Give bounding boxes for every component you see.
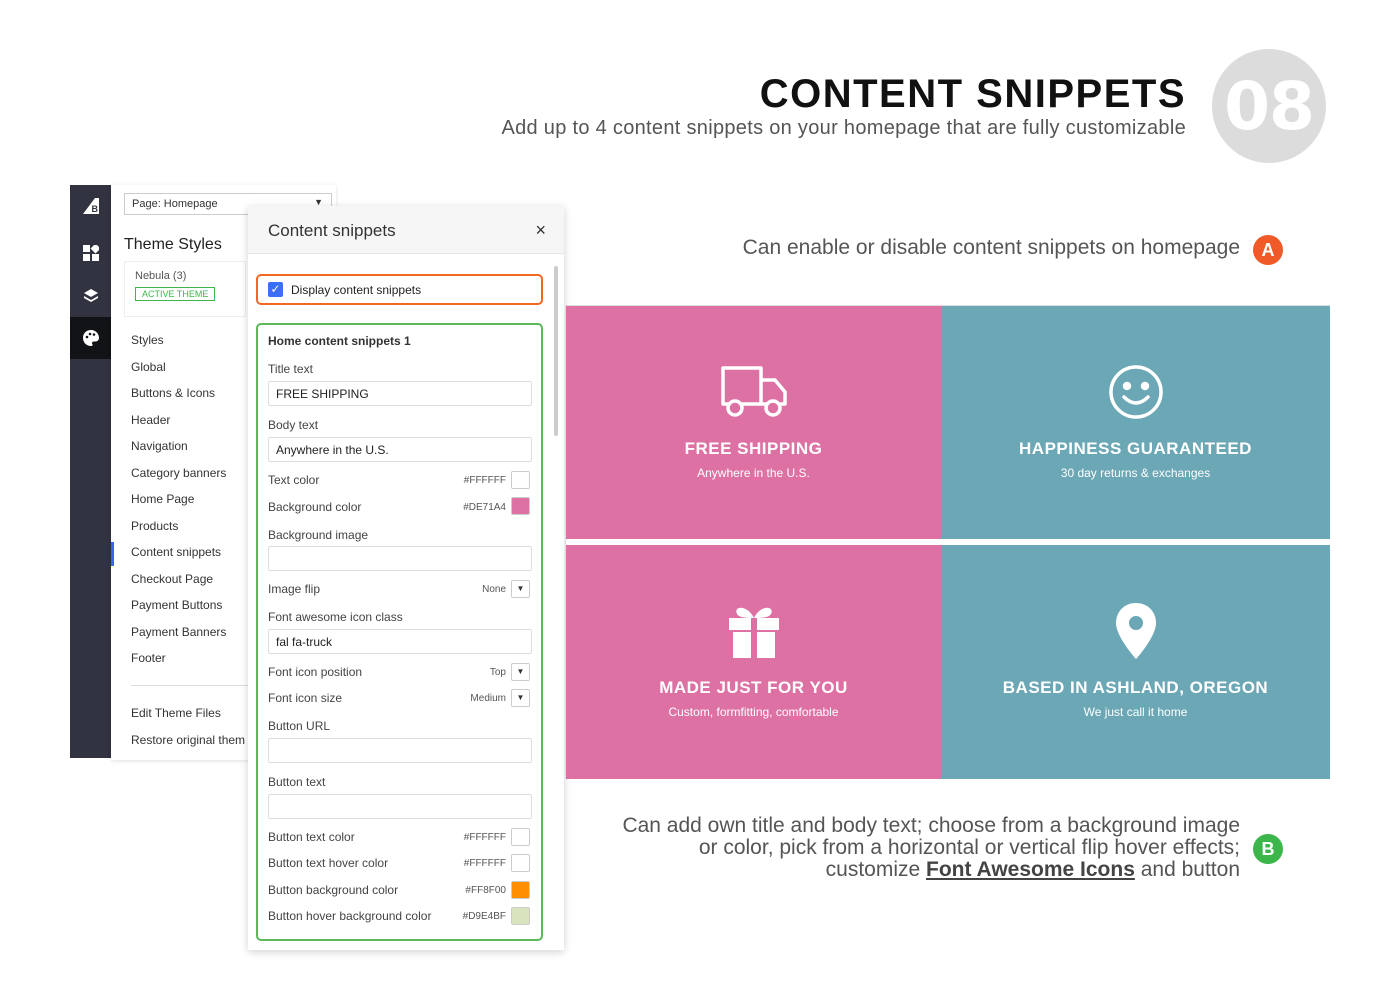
snippet-settings-group: Home content snippets 1 Title text FREE … [256, 323, 543, 941]
content-snippets-panel: Content snippets × ✓ Display content sni… [248, 206, 564, 950]
btn-text-color-swatch[interactable] [511, 828, 530, 846]
title-text-label: Title text [268, 362, 313, 376]
menu-item-edit-theme-files[interactable]: Edit Theme Files [111, 703, 245, 730]
image-flip-value: None [482, 584, 506, 595]
bigcommerce-logo-icon[interactable]: B [70, 185, 111, 227]
theme-actions-menu: Edit Theme Files Restore original them [111, 703, 245, 756]
page-title: CONTENT SNIPPETS [759, 72, 1186, 116]
button-url-label: Button URL [268, 719, 331, 733]
title-text-input[interactable]: FREE SHIPPING [268, 381, 532, 406]
theme-styles-heading: Theme Styles [124, 236, 222, 253]
image-flip-label: Image flip [268, 582, 321, 596]
icon-size-dropdown[interactable]: ▼ [511, 689, 530, 707]
panel-header: Content snippets × [248, 206, 564, 254]
button-text-label: Button text [268, 775, 326, 789]
body-text-label: Body text [268, 418, 319, 432]
body-text-input[interactable]: Anywhere in the U.S. [268, 437, 532, 462]
snippet-tile-3[interactable]: MADE JUST FOR YOU Custom, formfitting, c… [566, 545, 941, 779]
btn-hover-bg-hex: #D9E4BF [462, 911, 506, 922]
image-flip-dropdown[interactable]: ▼ [511, 580, 530, 598]
theme-name: Nebula (3) [135, 270, 187, 282]
snippet-body: Custom, formfitting, comfortable [668, 705, 839, 719]
btn-text-color-label: Button text color [268, 830, 355, 844]
button-text-input[interactable] [268, 794, 532, 819]
text-color-hex: #FFFFFF [463, 475, 506, 486]
menu-item-restore-theme[interactable]: Restore original them [111, 730, 245, 757]
snippet-body: We just call it home [1083, 705, 1188, 719]
bg-color-hex: #DE71A4 [463, 502, 506, 513]
snippet-body: Anywhere in the U.S. [697, 466, 810, 480]
truck-icon [719, 360, 789, 424]
snippet-tile-1[interactable]: FREE SHIPPING Anywhere in the U.S. [566, 306, 941, 539]
gift-icon [725, 599, 783, 663]
btn-hover-bg-label: Button hover background color [268, 909, 432, 923]
display-snippets-row: ✓ Display content snippets [256, 274, 543, 305]
svg-text:B: B [91, 204, 98, 214]
snippet-title: BASED IN ASHLAND, OREGON [1002, 678, 1269, 697]
button-url-input[interactable] [268, 738, 532, 763]
snippet-group-heading: Home content snippets 1 [268, 334, 411, 348]
admin-rail: B [70, 185, 111, 758]
close-icon[interactable]: × [535, 220, 546, 241]
icon-size-label: Font icon size [268, 691, 343, 705]
callout-b-text: Can add own title and body text; choose … [600, 815, 1240, 881]
bg-color-swatch[interactable] [511, 497, 530, 515]
callout-a-badge: A [1253, 235, 1283, 265]
page-select-value: Page: Homepage [132, 198, 218, 210]
snippet-tile-4[interactable]: BASED IN ASHLAND, OREGON We just call it… [941, 545, 1330, 779]
icon-position-label: Font icon position [268, 665, 363, 679]
btn-bg-label: Button background color [268, 883, 399, 897]
snippet-body: 30 day returns & exchanges [1060, 466, 1211, 480]
snippet-title: MADE JUST FOR YOU [659, 678, 848, 697]
active-theme-badge: ACTIVE THEME [135, 287, 216, 301]
display-snippets-label: Display content snippets [291, 283, 422, 297]
btn-hover-color-hex: #FFFFFF [463, 858, 506, 869]
text-color-label: Text color [268, 473, 320, 487]
callout-b-badge: B [1253, 834, 1283, 864]
dashboard-icon[interactable] [70, 232, 111, 274]
icon-position-dropdown[interactable]: ▼ [511, 663, 530, 681]
map-marker-icon [1114, 599, 1158, 663]
icon-class-input[interactable]: fal fa-truck [268, 629, 532, 654]
layers-icon[interactable] [70, 275, 111, 317]
smile-icon [1107, 360, 1165, 424]
text-color-swatch[interactable] [511, 471, 530, 489]
snippet-title: HAPPINESS GUARANTEED [1019, 439, 1252, 458]
btn-text-color-hex: #FFFFFF [463, 832, 506, 843]
scrollbar[interactable] [554, 266, 558, 436]
snippet-tile-2[interactable]: HAPPINESS GUARANTEED 30 day returns & ex… [941, 306, 1330, 539]
page-subtitle: Add up to 4 content snippets on your hom… [501, 117, 1186, 139]
callout-b-text-after: and button [1140, 858, 1240, 881]
btn-hover-bg-swatch[interactable] [511, 907, 530, 925]
callout-a-text: Can enable or disable content snippets o… [742, 236, 1240, 259]
snippets-preview: FREE SHIPPING Anywhere in the U.S. HAPPI… [565, 305, 1330, 779]
font-awesome-link[interactable]: Font Awesome Icons [926, 858, 1135, 881]
icon-class-label: Font awesome icon class [268, 610, 403, 624]
btn-hover-color-swatch[interactable] [511, 854, 530, 872]
panel-title: Content snippets [268, 221, 396, 240]
btn-hover-color-label: Button text hover color [268, 856, 389, 870]
display-snippets-checkbox[interactable]: ✓ [268, 282, 283, 297]
step-number-badge: 08 [1212, 49, 1326, 163]
bg-color-label: Background color [268, 500, 362, 514]
btn-bg-hex: #FF8F00 [465, 885, 506, 896]
palette-icon[interactable] [70, 317, 111, 359]
bg-image-label: Background image [268, 528, 369, 542]
bg-image-input[interactable] [268, 546, 532, 571]
icon-size-value: Medium [470, 693, 506, 704]
btn-bg-swatch[interactable] [511, 881, 530, 899]
icon-position-value: Top [489, 667, 506, 678]
theme-card: Nebula (3) ACTIVE THEME [124, 261, 246, 317]
snippet-title: FREE SHIPPING [684, 439, 823, 458]
